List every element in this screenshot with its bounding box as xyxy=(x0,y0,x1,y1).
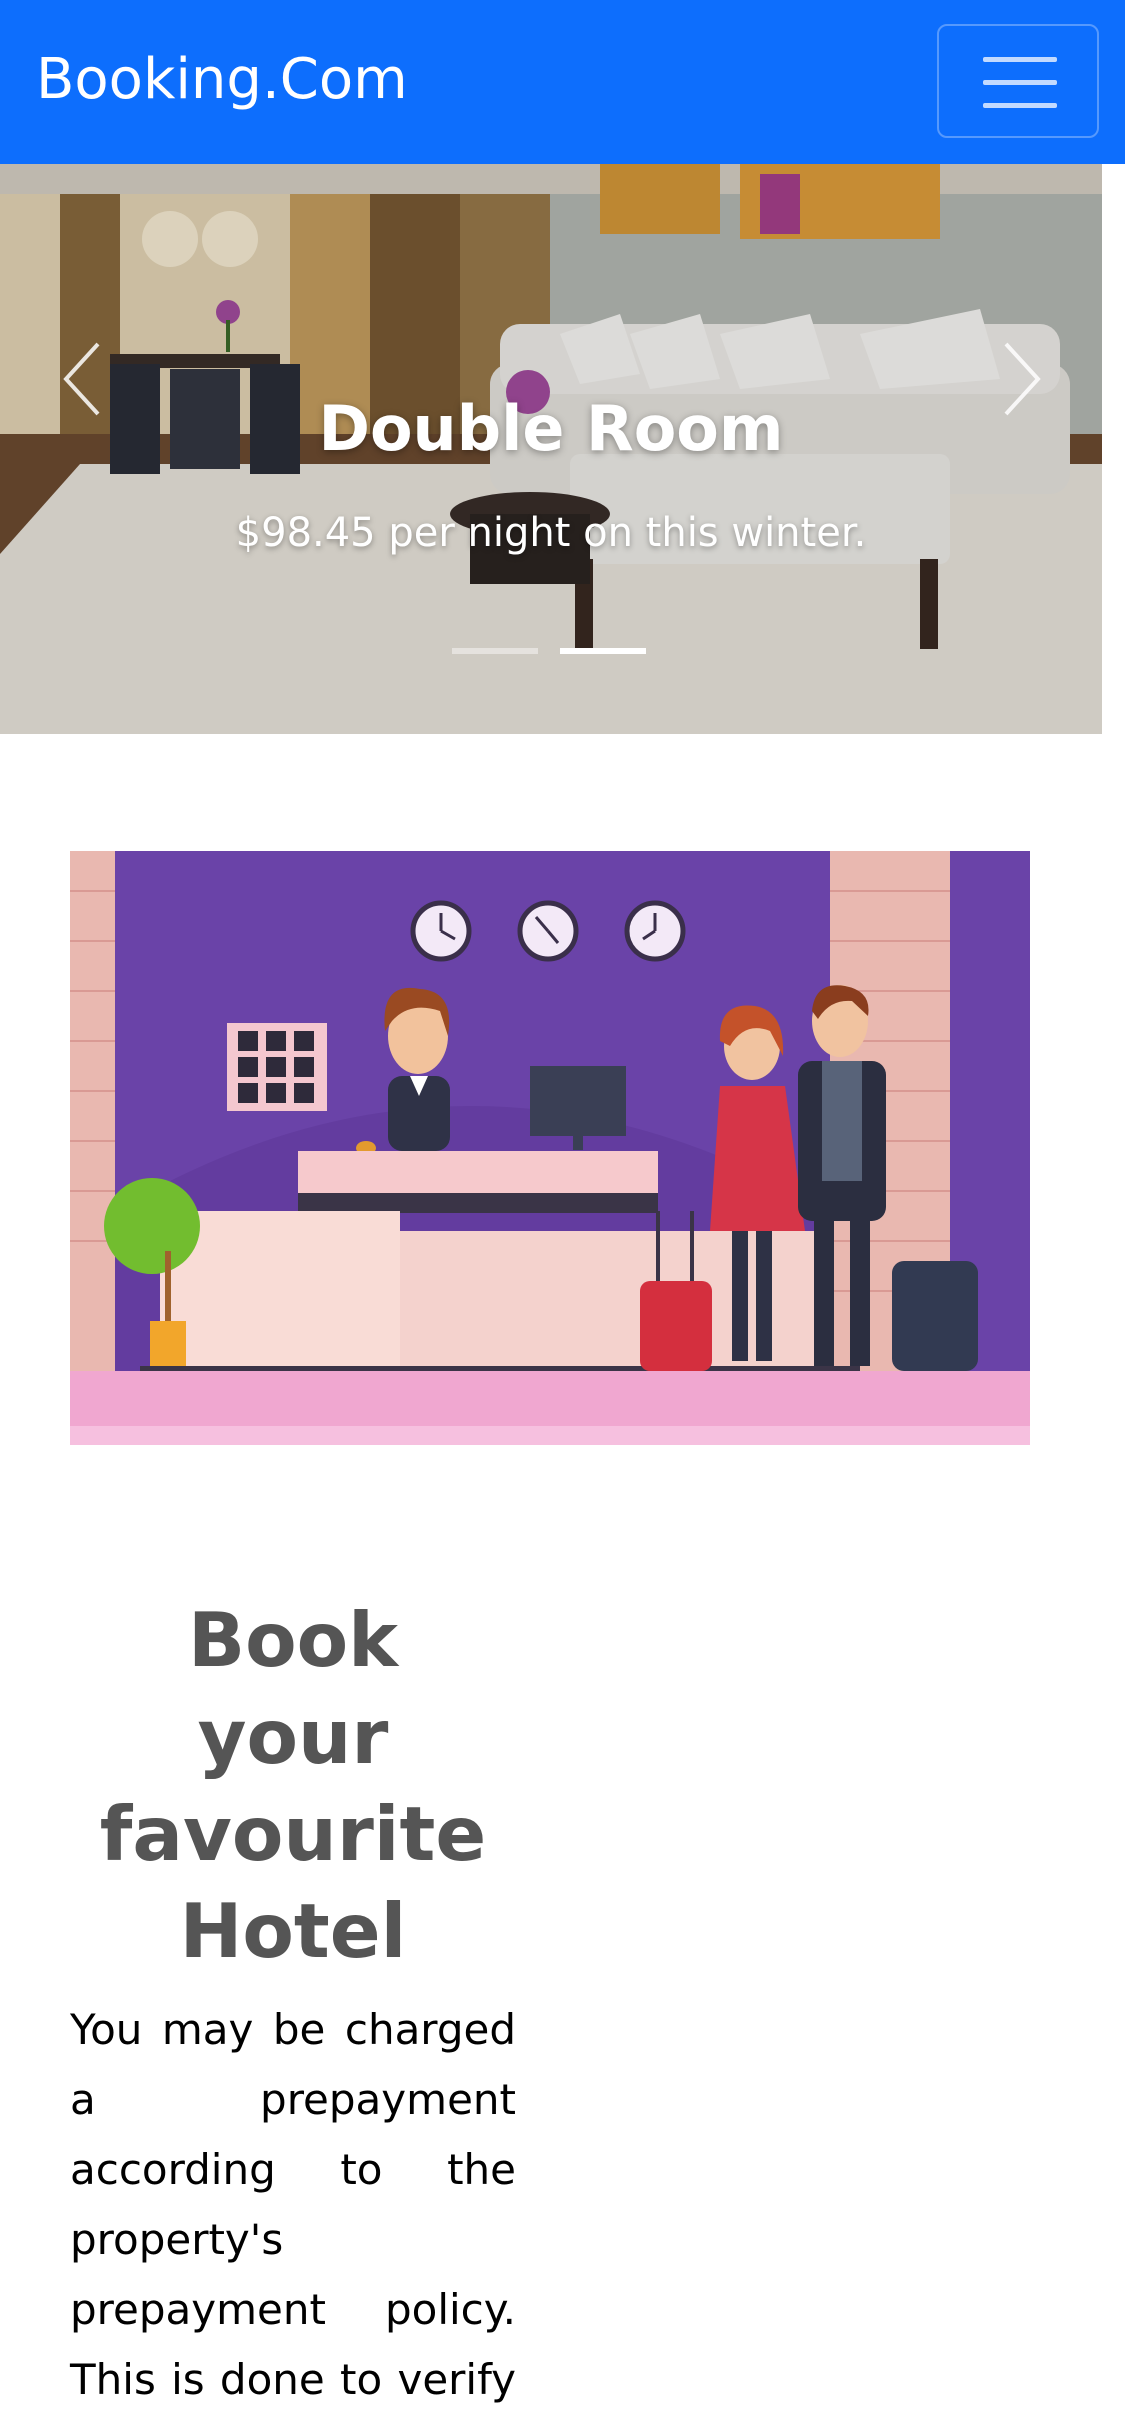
brand-link[interactable]: Booking.Com xyxy=(36,46,408,113)
navbar: Booking.Com xyxy=(0,0,1125,164)
room-carousel: Double Room $98.45 per night on this win… xyxy=(0,164,1102,734)
hamburger-icon xyxy=(983,57,1057,108)
hotel-reception-illustration xyxy=(70,851,1030,1445)
carousel-indicator-1[interactable] xyxy=(452,648,538,654)
intro-paragraph: You may be charged a prepayment accordin… xyxy=(70,2005,516,2404)
slide-title: Double Room xyxy=(318,392,784,465)
navbar-toggler-button[interactable] xyxy=(937,24,1099,138)
carousel-indicator-2[interactable] xyxy=(560,648,646,654)
slide-caption: $98.45 per night on this winter. xyxy=(235,510,867,556)
intro-heading: Book your favourite Hotel xyxy=(99,1596,487,1975)
